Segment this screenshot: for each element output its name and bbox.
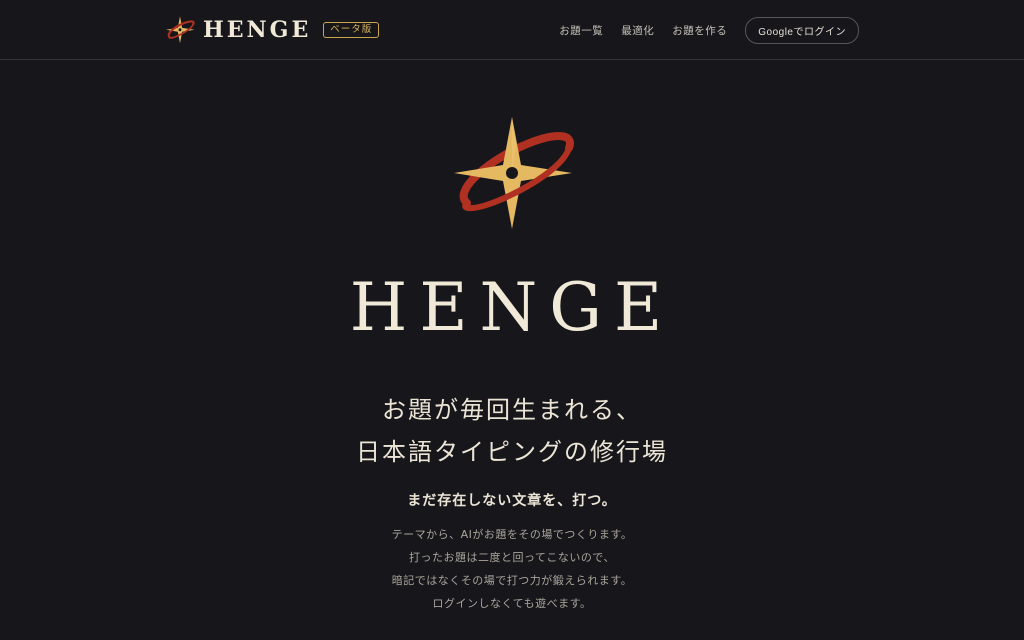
tagline-line-2: 日本語タイピングの修行場: [356, 438, 668, 466]
description-line-3: 暗記ではなくその場で打つ力が鍛えられます。: [391, 574, 633, 587]
brand[interactable]: HENGE ベータ版: [165, 14, 380, 46]
hero-title: HENGE: [349, 269, 675, 346]
nav-create-topic[interactable]: お題を作る: [672, 23, 727, 38]
description-line-4: ログインしなくても遊べます。: [432, 597, 592, 610]
page: HENGE ベータ版 お題一覧 最適化 お題を作る Googleでログイン HE…: [0, 0, 1024, 640]
hero-logo-icon: [454, 117, 574, 229]
google-login-button[interactable]: Googleでログイン: [745, 16, 859, 44]
top-header: HENGE ベータ版 お題一覧 最適化 お題を作る Googleでログイン: [0, 0, 1024, 60]
tagline-line-1: お題が毎回生まれる、: [382, 396, 642, 424]
shuriken-orbit-icon: [165, 16, 195, 44]
brand-name: HENGE: [203, 17, 312, 43]
description-line-1: テーマから、AIがお題をその場でつくります。: [391, 528, 633, 541]
subtagline: まだ存在しない文章を、打つ。: [407, 493, 617, 509]
description-line-2: 打ったお題は二度と回ってこないので、: [408, 551, 615, 564]
nav-optimize[interactable]: 最適化: [621, 23, 654, 38]
beta-badge: ベータ版: [323, 22, 380, 38]
main-nav: お題一覧 最適化 お題を作る Googleでログイン: [541, 16, 859, 44]
nav-topic-list[interactable]: お題一覧: [559, 23, 603, 38]
